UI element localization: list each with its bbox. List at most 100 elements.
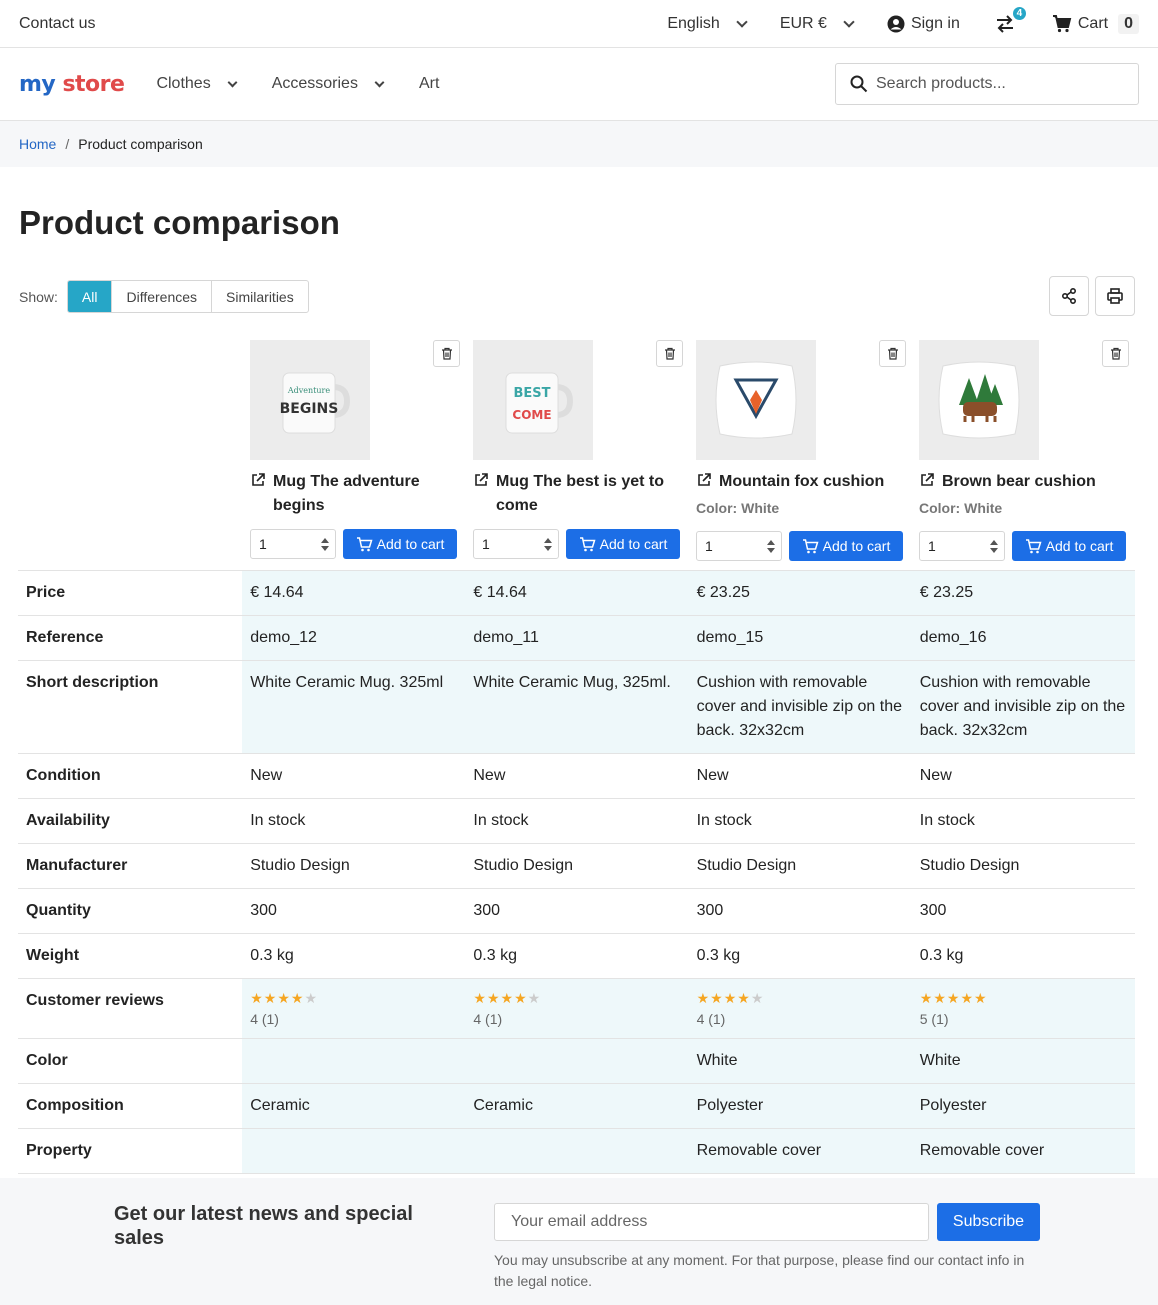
add-to-cart-button[interactable]: Add to cart	[343, 529, 457, 559]
add-to-cart-button[interactable]: Add to cart	[1012, 531, 1126, 561]
table-cell: ★★★★★ 5 (1)	[911, 978, 1135, 1039]
review-count: 4 (1)	[250, 1011, 279, 1027]
table-cell: In stock	[242, 798, 466, 844]
table-row: Availability In stock In stock In stock In s…	[18, 798, 1135, 844]
add-to-cart-button[interactable]: Add to cart	[566, 529, 680, 559]
print-button[interactable]	[1095, 276, 1135, 316]
star-icon: ★	[500, 990, 515, 1006]
table-cell: € 14.64	[242, 570, 466, 616]
table-cell: New	[688, 753, 912, 799]
product-name-link[interactable]: Mug The best is yet to come	[473, 470, 683, 518]
quantity-stepper[interactable]: 1	[919, 531, 1005, 561]
table-cell: Polyester	[911, 1083, 1135, 1129]
subscribe-button[interactable]: Subscribe	[937, 1203, 1040, 1241]
product-column: Brown bear cushion Color: White 1 Add to…	[919, 340, 1129, 561]
spinner-arrows-icon[interactable]	[990, 539, 998, 553]
review-count: 5 (1)	[919, 1011, 949, 1027]
trash-icon	[441, 347, 452, 360]
filter-similarities[interactable]: Similarities	[211, 281, 308, 312]
table-cell: Removable cover	[688, 1128, 912, 1174]
row-label: Availability	[18, 798, 243, 844]
product-image[interactable]	[696, 340, 816, 460]
product-image[interactable]	[919, 340, 1039, 460]
star-icon: ★	[710, 990, 724, 1006]
product-image[interactable]: BEST COME	[473, 340, 593, 460]
review-count: 4 (1)	[473, 1011, 503, 1027]
add-to-cart-button[interactable]: Add to cart	[789, 531, 903, 561]
svg-text:COME: COME	[512, 408, 551, 422]
cart-icon	[579, 536, 596, 551]
currency-selector[interactable]: EUR €	[779, 14, 855, 33]
spinner-arrows-icon[interactable]	[767, 539, 775, 553]
product-name-link[interactable]: Brown bear cushion	[919, 470, 1129, 496]
spinner-arrows-icon[interactable]	[321, 537, 329, 551]
star-icon: ★	[723, 990, 738, 1006]
table-cell: White	[688, 1038, 912, 1084]
nav-label: Art	[418, 75, 440, 92]
filter-all[interactable]: All	[67, 281, 112, 312]
product-actions: 1 Add to cart	[919, 531, 1126, 561]
remove-product-button[interactable]	[433, 340, 460, 367]
star-icon: ★	[514, 990, 528, 1006]
nav-item-clothes[interactable]: Clothes	[156, 75, 238, 93]
store-logo[interactable]: my store	[19, 71, 125, 97]
language-label: English	[667, 14, 720, 32]
quantity-stepper[interactable]: 1	[473, 529, 559, 559]
contact-link[interactable]: Contact us	[19, 15, 633, 33]
table-cell: Cushion with removable cover and invisib…	[688, 660, 912, 754]
language-selector[interactable]: English	[667, 14, 748, 33]
cart-icon	[1052, 14, 1072, 32]
sign-in-label: Sign in	[910, 14, 960, 32]
product-image[interactable]: Adventure BEGINS	[250, 340, 370, 460]
chevron-down-icon	[843, 15, 855, 28]
currency-label: EUR €	[779, 14, 827, 32]
compare-button[interactable]: 4	[994, 4, 1028, 35]
product-name-link[interactable]: Mountain fox cushion	[696, 470, 906, 496]
table-cell: € 23.25	[688, 570, 912, 616]
email-field[interactable]	[494, 1203, 929, 1241]
filter-differences[interactable]: Differences	[111, 281, 211, 312]
remove-product-button[interactable]	[1102, 340, 1129, 367]
search-box[interactable]	[835, 63, 1139, 105]
cart-label: Cart	[1077, 14, 1109, 32]
table-cell: New	[911, 753, 1135, 799]
table-cell: Polyester	[688, 1083, 912, 1129]
share-button[interactable]	[1049, 276, 1089, 316]
chevron-down-icon	[736, 15, 748, 28]
rating-stars: ★★★★★	[250, 989, 457, 1007]
quantity-stepper[interactable]: 1	[250, 529, 336, 559]
table-cell: 0.3 kg	[688, 933, 912, 979]
row-label: Quantity	[18, 888, 243, 934]
remove-product-button[interactable]	[879, 340, 906, 367]
top-bar: Contact us English EUR € Sign in 4 Cart …	[0, 0, 1158, 48]
cart-icon	[802, 538, 819, 553]
cart-button[interactable]: Cart 0	[1052, 13, 1139, 34]
nav-item-art[interactable]: Art	[419, 75, 439, 93]
star-icon: ★	[304, 990, 318, 1006]
mug-image: Adventure BEGINS	[280, 372, 351, 434]
table-cell: Ceramic	[465, 1083, 689, 1129]
logo-store: store	[62, 71, 125, 97]
product-name-link[interactable]: Mug The adventure begins	[250, 470, 460, 518]
product-variant: Color: White	[919, 500, 1003, 516]
review-count: 4 (1)	[696, 1011, 726, 1027]
remove-product-button[interactable]	[656, 340, 683, 367]
breadcrumb-home[interactable]: Home	[19, 136, 56, 152]
nav-item-accessories[interactable]: Accessories	[272, 75, 385, 93]
newsletter-section: Get our latest news and special sales Su…	[0, 1178, 1158, 1305]
product-name: Mug The best is yet to come	[496, 473, 665, 514]
row-label: Composition	[18, 1083, 243, 1129]
sign-in-link[interactable]: Sign in	[887, 15, 960, 33]
nav-label: Clothes	[156, 75, 211, 92]
quantity-stepper[interactable]: 1	[696, 531, 782, 561]
spinner-arrows-icon[interactable]	[544, 537, 552, 551]
table-cell: 300	[465, 888, 689, 934]
star-icon: ★	[277, 990, 291, 1006]
quantity-value: 1	[259, 536, 267, 552]
table-row: Customer reviews ★★★★★ 4 (1) ★★★★★ 4 (1) ★★★★…	[18, 978, 1135, 1039]
search-input[interactable]	[876, 75, 1116, 93]
row-label: Condition	[18, 753, 243, 799]
star-icon: ★	[250, 990, 264, 1006]
table-row: Quantity 300 300 300 300	[18, 888, 1135, 934]
chevron-down-icon	[374, 77, 385, 87]
